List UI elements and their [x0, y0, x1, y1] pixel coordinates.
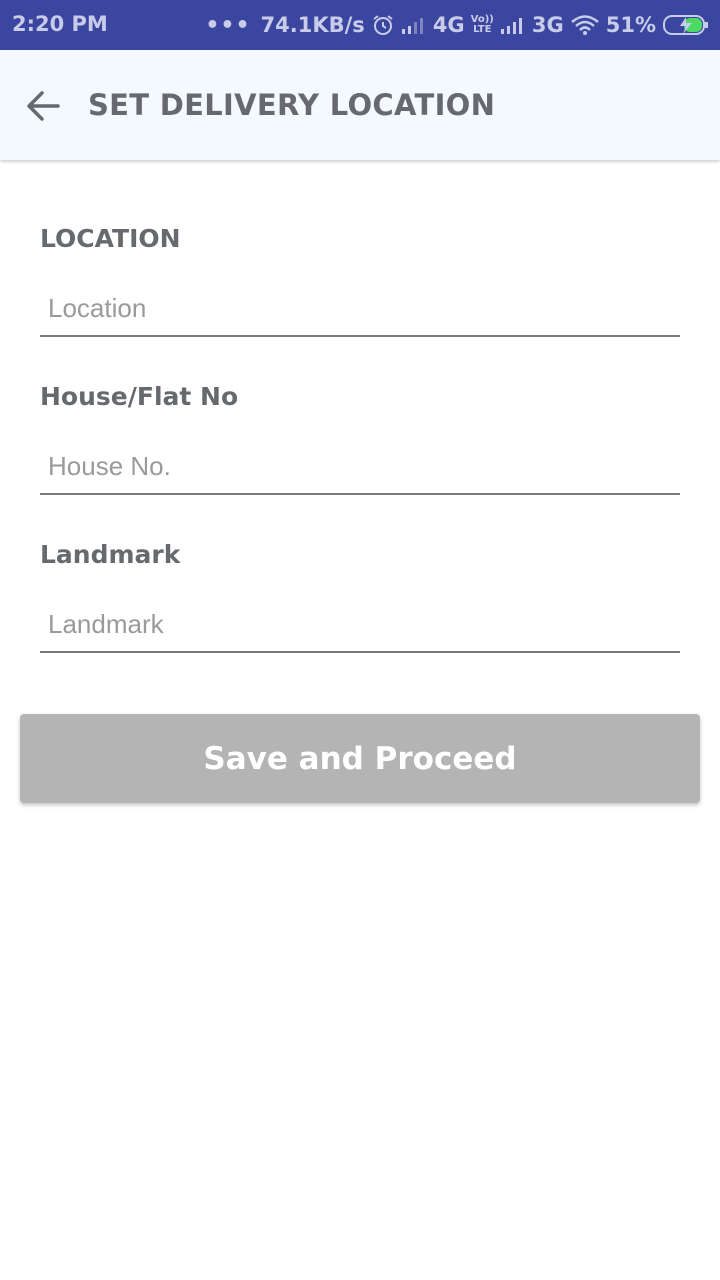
network-speed: 74.1KB/s — [260, 13, 365, 37]
battery-charging-icon — [662, 13, 710, 37]
location-label: LOCATION — [40, 224, 181, 253]
status-indicators: ••• 74.1KB/s 4G Vo)) LTE 3G 51% — [205, 0, 710, 50]
app-bar: SET DELIVERY LOCATION — [0, 50, 720, 160]
location-input[interactable] — [40, 281, 680, 337]
more-notifications-icon: ••• — [205, 12, 251, 38]
volte-bottom: LTE — [473, 24, 492, 35]
house-flat-no-label: House/Flat No — [40, 382, 239, 411]
signal-icon — [500, 15, 526, 35]
volte-icon: Vo)) LTE — [471, 15, 494, 35]
battery-percent: 51% — [605, 13, 656, 37]
sim1-network-type: 4G — [432, 13, 465, 37]
signal-icon — [401, 15, 427, 35]
alarm-icon — [371, 13, 395, 37]
landmark-input[interactable] — [40, 597, 680, 653]
arrow-back-icon[interactable] — [22, 84, 66, 128]
page-title: SET DELIVERY LOCATION — [88, 88, 496, 122]
house-no-input[interactable] — [40, 439, 680, 495]
sim2-network-type: 3G — [531, 13, 564, 37]
wifi-icon — [570, 14, 600, 36]
save-and-proceed-button[interactable]: Save and Proceed — [20, 714, 700, 803]
status-time: 2:20 PM — [12, 12, 108, 36]
status-bar: 2:20 PM ••• 74.1KB/s 4G Vo)) LTE 3G 51% — [0, 0, 720, 50]
landmark-label: Landmark — [40, 540, 181, 569]
